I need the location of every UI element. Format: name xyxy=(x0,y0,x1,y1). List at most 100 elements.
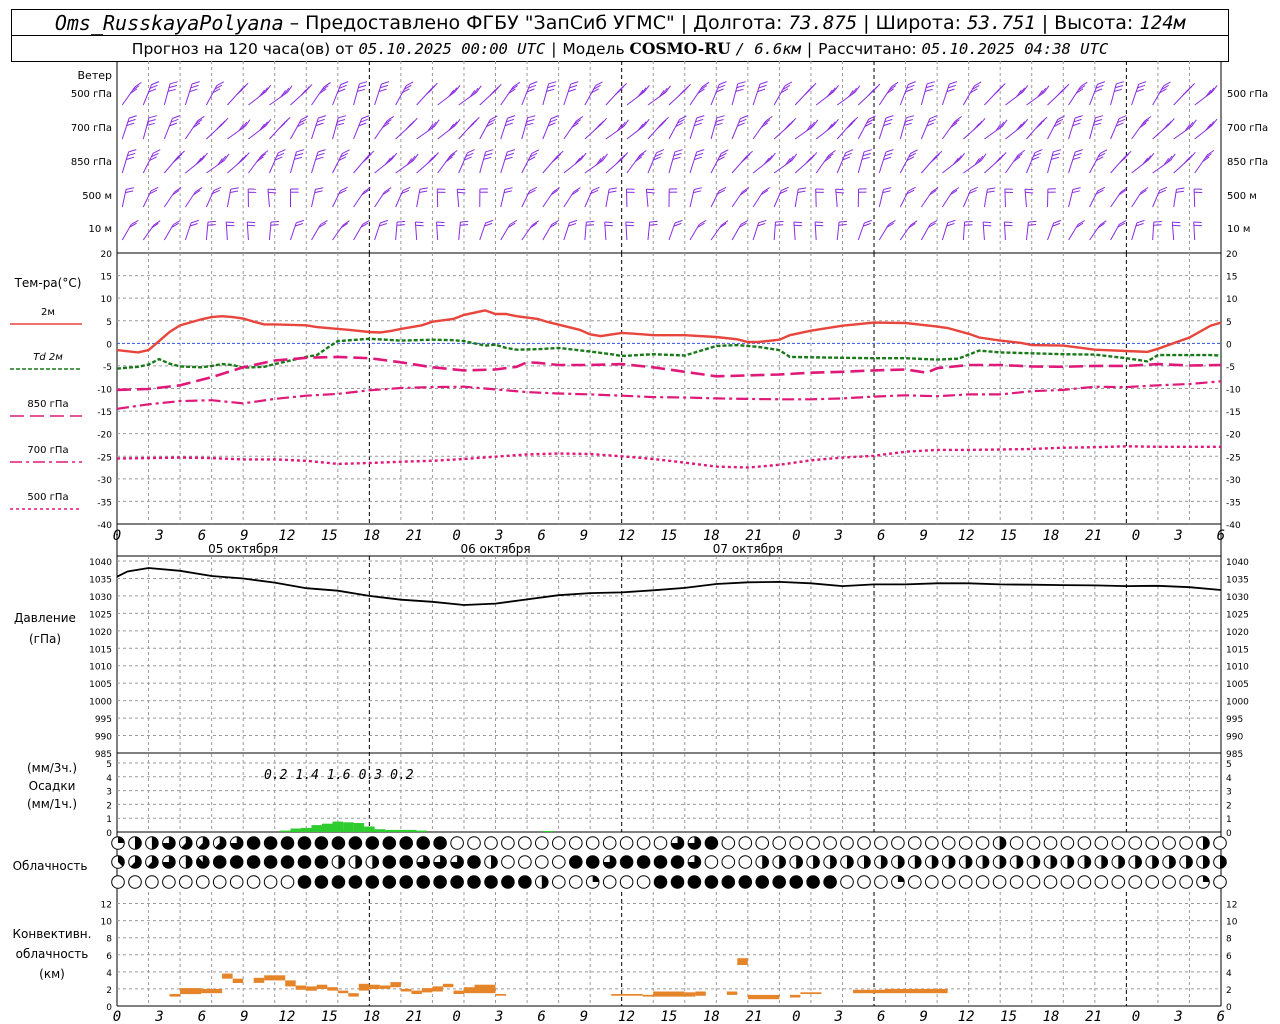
wind-barb-feather xyxy=(1114,88,1123,92)
wind-title: Ветер xyxy=(78,69,112,82)
cloud-fill xyxy=(823,875,837,889)
conv-bar xyxy=(800,992,822,994)
cloud-symbol xyxy=(501,855,515,869)
wind-barb xyxy=(479,151,487,174)
cloud-fill xyxy=(338,855,345,869)
cloud-fill xyxy=(705,875,718,889)
wind-barb xyxy=(604,221,607,241)
x-tick-label: 0 xyxy=(113,528,121,544)
conv-bar xyxy=(642,994,654,997)
temp-legend-label: Td 2м xyxy=(33,352,63,363)
date-label: 06 октября xyxy=(460,542,530,556)
wind-barb-feather xyxy=(126,156,135,160)
cloud-fill xyxy=(416,875,430,889)
cloud-symbol xyxy=(619,836,634,850)
wind-barb-feather xyxy=(1074,115,1083,119)
wind-barb-feather xyxy=(467,149,475,154)
x-tick-label-bottom: 6 xyxy=(1217,1009,1225,1024)
cloud-fill xyxy=(247,836,260,850)
cloud-fill xyxy=(762,855,769,869)
x-tick-label: 18 xyxy=(1043,528,1060,544)
wind-barb-feather xyxy=(784,123,791,130)
cloud-fill xyxy=(897,855,905,869)
wind-barb-feather xyxy=(983,224,992,227)
wind-barb-feather xyxy=(1163,81,1171,87)
x-tick-label-bottom: 12 xyxy=(958,1009,975,1024)
conv-y-tick: 0 xyxy=(106,1003,112,1013)
wind-barb xyxy=(899,84,909,106)
wind-level-label: 500 м xyxy=(82,191,112,202)
x-tick-label: 0 xyxy=(1132,528,1140,544)
conv-y-tick: 2 xyxy=(106,986,112,996)
cloud-fill xyxy=(399,855,413,869)
wind-barb-feather xyxy=(362,156,370,163)
x-tick-label-bottom: 15 xyxy=(321,1009,338,1024)
wind-barb-feather xyxy=(674,219,683,224)
wind-barb xyxy=(290,151,297,174)
wind-barb-feather xyxy=(419,187,428,190)
conv-y-tick: 4 xyxy=(106,969,112,979)
wind-barb-feather xyxy=(946,223,955,227)
conv-bar xyxy=(379,985,391,989)
wind-barb xyxy=(668,151,676,174)
wind-barb xyxy=(752,83,761,106)
wind-barb-feather xyxy=(1051,156,1060,160)
cloud-symbol xyxy=(602,875,617,889)
wind-barb-feather xyxy=(230,187,239,190)
precip-3h-label: 1.4 xyxy=(296,768,319,783)
wind-barb-feather xyxy=(1053,149,1062,153)
cloud-symbol xyxy=(569,836,583,850)
cloud-symbol xyxy=(653,836,668,850)
x-tick-label-bottom: 18 xyxy=(363,1009,380,1024)
x-tick-label-bottom: 9 xyxy=(919,1009,927,1024)
x-tick-label: 6 xyxy=(198,528,206,544)
wind-barb-feather xyxy=(1153,221,1162,223)
wind-barb-feather xyxy=(743,153,751,160)
pressure-title: Давление xyxy=(14,611,76,625)
wind-barb xyxy=(121,117,130,140)
x-tick-label-bottom: 15 xyxy=(1000,1009,1017,1024)
wind-barb-feather xyxy=(147,119,156,123)
wind-barb-feather xyxy=(1097,81,1106,85)
cloud-fill xyxy=(349,875,362,889)
cloud-symbol xyxy=(823,836,837,850)
cloud-fill xyxy=(1152,855,1159,869)
cloud-symbol xyxy=(1213,875,1227,889)
wind-barb-feather xyxy=(190,219,199,224)
conv-bar xyxy=(442,983,454,988)
x-tick-label: 15 xyxy=(1000,528,1017,544)
cloud-symbol xyxy=(128,875,142,889)
wind-barb-feather xyxy=(277,149,286,154)
wind-barb-feather xyxy=(845,149,854,154)
conv-bar xyxy=(611,994,643,996)
cloud-symbol xyxy=(179,875,193,889)
temp-y-tick: 10 xyxy=(101,295,113,305)
wind-barb-feather xyxy=(429,154,436,162)
wind-barb-feather xyxy=(986,190,995,193)
cloud-symbol xyxy=(840,836,854,850)
cloud-fill xyxy=(1050,855,1057,869)
wind-barb xyxy=(1193,221,1196,241)
conv-bar xyxy=(884,988,948,994)
temp-y-tick: -5 xyxy=(103,363,112,373)
cloud-fill xyxy=(779,855,786,869)
wind-barb-feather xyxy=(608,190,617,193)
conv-y-tick-right: 4 xyxy=(1226,969,1232,979)
wind-barb-feather xyxy=(230,190,239,193)
wind-barb xyxy=(226,189,232,208)
wind-barb-feather xyxy=(851,116,859,123)
pressure-y-tick: 1025 xyxy=(89,610,112,620)
x-tick-label-bottom: 21 xyxy=(745,1009,762,1024)
wind-barb-feather xyxy=(300,115,309,121)
cloud-symbol xyxy=(535,836,549,850)
conv-y-tick-right: 2 xyxy=(1226,986,1232,996)
wind-barb-feather xyxy=(970,186,978,191)
wind-barb-feather xyxy=(236,88,244,95)
wind-barb-feather xyxy=(591,186,600,191)
wind-barb xyxy=(542,83,550,106)
cloud-fill xyxy=(830,855,837,869)
cloud-symbol xyxy=(1179,836,1193,850)
precip-3h-label: 1.6 xyxy=(327,768,351,783)
wind-barb-feather xyxy=(839,220,848,223)
wind-barb-feather xyxy=(1035,122,1043,129)
